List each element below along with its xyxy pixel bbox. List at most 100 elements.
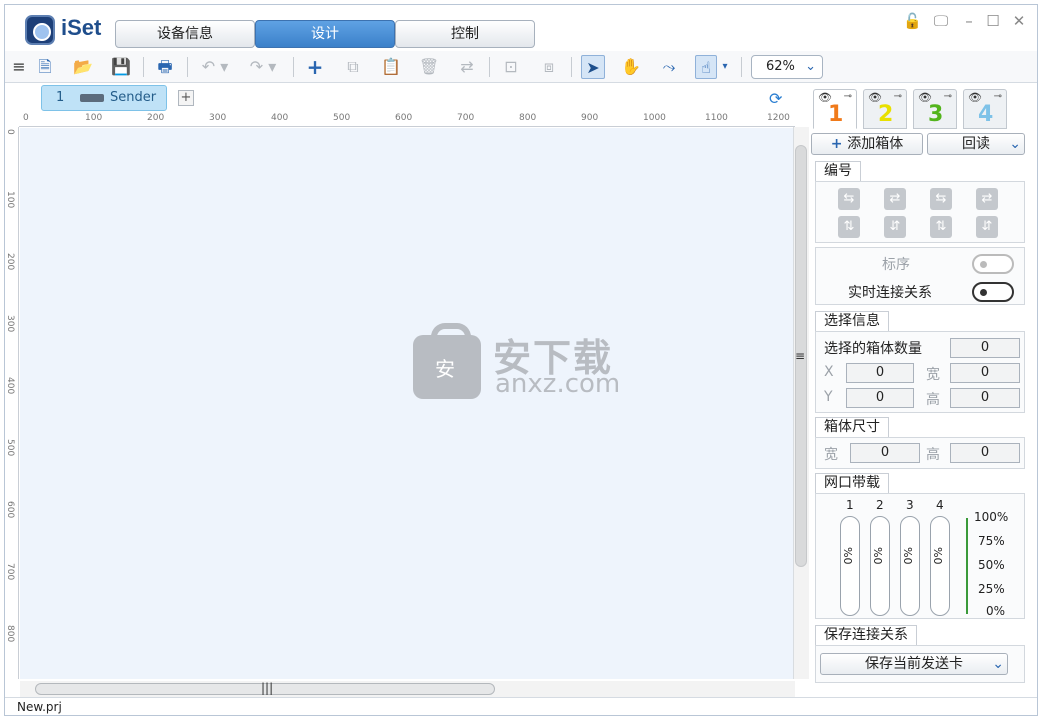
chevron-down-icon: ⌄ xyxy=(805,59,816,74)
ruler-tick: 300 xyxy=(5,315,15,333)
touch-mode-icon[interactable]: ☝ xyxy=(695,55,717,79)
undo-icon[interactable]: ↶ ▾ xyxy=(197,55,233,79)
ruler-tick: 1000 xyxy=(643,113,666,123)
order-lr-alt-icon[interactable]: ⇆ xyxy=(930,188,952,210)
layer-tab-1[interactable]: 👁 ⊸ 1 xyxy=(813,89,857,129)
height-field[interactable]: 0 xyxy=(950,388,1020,408)
port-label: 4 xyxy=(936,498,944,512)
y-field[interactable]: 0 xyxy=(846,388,914,408)
pin-icon[interactable]: ⊸ xyxy=(994,91,1002,102)
add-icon[interactable]: + xyxy=(303,55,327,79)
port-load-value: 0% xyxy=(872,547,885,565)
port-load-bar: 0% xyxy=(840,516,860,616)
hand-pan-icon[interactable]: ✋ xyxy=(619,55,643,79)
ruler-tick: 800 xyxy=(5,625,15,643)
port-label: 2 xyxy=(876,498,884,512)
close-icon[interactable]: ✕ xyxy=(1011,13,1027,29)
menu-icon[interactable]: ≡ xyxy=(7,55,31,79)
width-label: 宽 xyxy=(926,367,940,383)
new-file-icon[interactable]: 🗎 xyxy=(33,55,57,79)
numbering-title: 编号 xyxy=(815,161,861,181)
add-sender-button[interactable]: + xyxy=(178,90,194,106)
save-sender-select[interactable]: 保存当前发送卡 ⌄ xyxy=(820,653,1008,675)
pin-icon[interactable]: ⊸ xyxy=(944,91,952,102)
ruler-left: 0 100 200 300 400 500 600 700 800 xyxy=(5,127,19,679)
tab-design[interactable]: 设计 xyxy=(255,20,395,48)
zoom-value: 62% xyxy=(766,59,795,74)
tab-device-info[interactable]: 设备信息 xyxy=(115,20,255,48)
live-connection-label: 实时连接关系 xyxy=(848,285,932,301)
sender-card-icon xyxy=(80,94,104,102)
ruler-top: 0 100 200 300 400 500 600 700 800 900 10… xyxy=(19,113,795,127)
monitor-icon[interactable]: 🖵 xyxy=(933,13,949,29)
order-lr-icon[interactable]: ⇆ xyxy=(838,188,860,210)
add-box-button[interactable]: + 添加箱体 xyxy=(811,133,923,155)
order-tb-alt-icon[interactable]: ⇅ xyxy=(930,216,952,238)
app-name: iSet xyxy=(61,15,102,40)
order-tb-icon[interactable]: ⇅ xyxy=(838,216,860,238)
order-rl-icon[interactable]: ⇄ xyxy=(884,188,906,210)
layer-tab-4[interactable]: 👁 ⊸ 4 xyxy=(963,89,1007,129)
select-pointer-icon[interactable]: ➤ xyxy=(581,55,605,79)
ruler-tick: 800 xyxy=(519,113,537,123)
app-logo-icon xyxy=(25,15,55,45)
layer-number: 1 xyxy=(828,102,844,127)
panel-splitter-icon[interactable]: ≡ xyxy=(795,349,805,363)
pin-icon[interactable]: ⊸ xyxy=(844,91,852,102)
layer-tab-3[interactable]: 👁 ⊸ 3 xyxy=(913,89,957,129)
app-window: iSet 设备信息 设计 控制 🔓 🖵 – ☐ ✕ ≡ 🗎 📂 💾 🖶 ↶ ▾ … xyxy=(4,4,1038,716)
order-bt-alt-icon[interactable]: ⇵ xyxy=(976,216,998,238)
refresh-icon[interactable]: ⟳ xyxy=(769,89,782,108)
ungroup-icon[interactable]: ⧈ xyxy=(537,55,561,79)
port-load-value: 0% xyxy=(932,547,945,565)
box-width-label: 宽 xyxy=(824,447,838,463)
tab-control[interactable]: 控制 xyxy=(395,20,535,48)
layer-tab-2[interactable]: 👁 ⊸ 2 xyxy=(863,89,907,129)
order-bt-icon[interactable]: ⇵ xyxy=(884,216,906,238)
readback-select[interactable]: 回读 ⌄ xyxy=(927,133,1025,155)
ruler-tick: 200 xyxy=(147,113,165,123)
lock-icon[interactable]: 🔓 xyxy=(903,13,922,29)
live-connection-toggle[interactable] xyxy=(972,282,1014,302)
width-field[interactable]: 0 xyxy=(950,363,1020,383)
scale-label: 0% xyxy=(986,604,1006,618)
ruler-tick: 100 xyxy=(85,113,103,123)
ruler-tick: 700 xyxy=(457,113,475,123)
ruler-tick: 1200 xyxy=(767,113,790,123)
chevron-down-icon[interactable]: ▾ xyxy=(719,55,731,79)
box-width-field[interactable]: 0 xyxy=(850,443,920,463)
save-icon[interactable]: 💾 xyxy=(109,55,133,79)
minimize-icon[interactable]: – xyxy=(961,13,977,29)
label-order-toggle[interactable] xyxy=(972,254,1014,274)
port-load-bar: 0% xyxy=(900,516,920,616)
ruler-tick: 400 xyxy=(5,377,15,395)
delete-icon[interactable]: 🗑 xyxy=(417,55,441,79)
sender-tab[interactable]: 1 Sender 1 xyxy=(41,85,167,129)
maximize-icon[interactable]: ☐ xyxy=(985,13,1001,29)
height-label: 高 xyxy=(926,392,940,408)
save-connection-title: 保存连接关系 xyxy=(815,625,917,645)
scale-line xyxy=(966,518,968,614)
redo-icon[interactable]: ↷ ▾ xyxy=(245,55,281,79)
layer-number: 4 xyxy=(978,102,994,127)
order-rl-alt-icon[interactable]: ⇄ xyxy=(976,188,998,210)
zoom-select[interactable]: 62% ⌄ xyxy=(751,55,823,79)
box-height-field[interactable]: 0 xyxy=(950,443,1020,463)
design-canvas[interactable] xyxy=(20,128,795,679)
clear-icon[interactable]: ⇄ xyxy=(455,55,479,79)
connect-wire-icon[interactable]: ⤳ xyxy=(657,55,681,79)
x-field[interactable]: 0 xyxy=(846,363,914,383)
port-load-value: 0% xyxy=(842,547,855,565)
selected-count-label: 选择的箱体数量 xyxy=(824,341,922,357)
copy-icon[interactable]: ⧉ xyxy=(341,55,365,79)
ruler-tick: 400 xyxy=(271,113,289,123)
pin-icon[interactable]: ⊸ xyxy=(894,91,902,102)
bandwidth-section: 1 2 3 4 0% 0% 0% 0% 100% 75% 50% 25% 0% xyxy=(815,493,1025,619)
group-icon[interactable]: ⊡ xyxy=(499,55,523,79)
scale-label: 50% xyxy=(978,558,1005,572)
open-folder-icon[interactable]: 📂 xyxy=(71,55,95,79)
ruler-tick: 1100 xyxy=(705,113,728,123)
save-sender-label: 保存当前发送卡 xyxy=(865,656,963,672)
print-icon[interactable]: 🖶 xyxy=(153,55,177,79)
paste-icon[interactable]: 📋 xyxy=(379,55,403,79)
